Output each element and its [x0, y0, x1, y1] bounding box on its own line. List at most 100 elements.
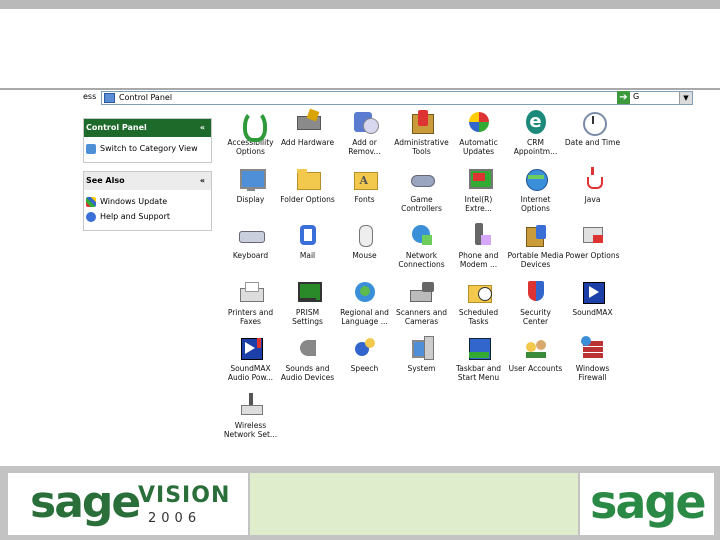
- item-label-line2: Cameras: [404, 316, 439, 326]
- control-panel-item-updates[interactable]: Automatic Updates: [450, 108, 507, 156]
- control-panel-item-taskbar[interactable]: Taskbar and Start Menu: [450, 334, 507, 382]
- control-panel-item-globe[interactable]: Regional and Language ...: [336, 278, 393, 326]
- control-panel-section: Control Panel « Switch to Category View: [83, 118, 212, 163]
- top-band: [0, 0, 720, 9]
- item-label-line1: Taskbar and: [455, 364, 502, 373]
- control-panel-item-soundmax[interactable]: SoundMAX: [564, 278, 621, 317]
- media-icon: [522, 221, 550, 249]
- item-label-line1: Power Options: [565, 251, 620, 260]
- control-panel-item-printer[interactable]: Printers and Faxes: [222, 278, 279, 326]
- control-panel-item-internet[interactable]: Internet Options: [507, 165, 564, 213]
- footer-banner: sage VISION 2006 sage: [0, 466, 720, 540]
- soundmax-icon: [579, 278, 607, 306]
- control-panel-item-hardware[interactable]: Add Hardware: [279, 108, 336, 147]
- control-panel-item-wireless[interactable]: Wireless Network Set...: [222, 391, 279, 439]
- item-label: Scheduled Tasks: [450, 308, 507, 326]
- item-label-line2: Updates: [462, 147, 495, 156]
- control-panel-item-keyboard[interactable]: Keyboard: [222, 221, 279, 260]
- item-label-line2: Modem ...: [459, 260, 498, 269]
- item-label: Date and Time: [564, 138, 621, 147]
- item-label: Phone and Modem ...: [450, 251, 507, 269]
- control-panel-item-intel[interactable]: Intel(R) Extre...: [450, 165, 507, 213]
- see-also-section: See Also « Windows Update Help and Suppo…: [83, 171, 212, 231]
- go-arrow-icon[interactable]: ➔: [617, 91, 630, 104]
- footer-green-band: [250, 473, 578, 535]
- item-label-line2: Connections: [398, 260, 445, 269]
- sage-logo: sage: [580, 473, 714, 535]
- control-panel-item-speech[interactable]: Speech: [336, 334, 393, 373]
- item-label: Java: [564, 195, 621, 204]
- item-label-line1: Wireless: [234, 420, 267, 430]
- control-panel-item-security[interactable]: Security Center: [507, 278, 564, 326]
- item-label-line1: Mail: [299, 251, 316, 260]
- item-label-line2: Settings: [292, 316, 323, 326]
- windows-update-link[interactable]: Windows Update: [84, 194, 211, 209]
- control-panel-item-crm[interactable]: e CRM Appointm...: [507, 108, 564, 156]
- control-panel-item-network[interactable]: Network Connections: [393, 221, 450, 269]
- item-label: Portable Media Devices: [507, 251, 564, 269]
- help-support-link[interactable]: Help and Support: [84, 209, 211, 224]
- switch-category-view-link[interactable]: Switch to Category View: [84, 141, 211, 156]
- control-panel-item-soundmax2[interactable]: SoundMAX Audio Pow...: [222, 334, 279, 382]
- item-label-line2: Appointm...: [513, 147, 558, 156]
- windows-update-icon: [86, 196, 96, 207]
- control-panel-item-prism[interactable]: PRISM Settings: [279, 278, 336, 326]
- item-label-line2: Audio Pow...: [227, 373, 274, 382]
- control-panel-item-admin[interactable]: Administrative Tools: [393, 108, 450, 156]
- item-label-line2: Language ...: [341, 316, 388, 326]
- accessibility-icon: [237, 108, 267, 142]
- address-dropdown-chevron-icon[interactable]: ▼: [679, 92, 692, 104]
- item-label-line1: Java: [584, 194, 601, 204]
- control-panel-folder-icon: [104, 93, 115, 103]
- control-panel-item-clock[interactable]: Date and Time: [564, 108, 621, 147]
- item-label-line2: Extre...: [465, 203, 492, 213]
- year-label: 2006: [148, 511, 202, 526]
- control-panel-item-power[interactable]: Power Options: [564, 221, 621, 260]
- control-panel-item-java[interactable]: Java: [564, 165, 621, 204]
- sage-wordmark: sage: [590, 475, 707, 529]
- address-input[interactable]: Control Panel ▼: [101, 91, 693, 105]
- control-panel-item-firewall[interactable]: Windows Firewall: [564, 334, 621, 382]
- task-link-label: Switch to Category View: [100, 144, 198, 153]
- item-label: Taskbar and Start Menu: [450, 364, 507, 382]
- item-label-line2: Remov...: [348, 147, 381, 156]
- control-panel-item-sched[interactable]: Scheduled Tasks: [450, 278, 507, 326]
- item-label: Intel(R) Extre...: [450, 195, 507, 213]
- item-label-line2: Options: [521, 203, 550, 213]
- mail-icon: [294, 221, 322, 249]
- control-panel-item-system[interactable]: System: [393, 334, 450, 373]
- address-label: ess: [83, 92, 97, 101]
- control-panel-item-fonts[interactable]: A Fonts: [336, 165, 393, 204]
- control-panel-item-addremove[interactable]: Add or Remov...: [336, 108, 393, 156]
- control-panel-item-scanner[interactable]: Scanners and Cameras: [393, 278, 450, 326]
- item-label-line1: Keyboard: [232, 251, 269, 260]
- item-label-line1: Windows: [575, 364, 610, 373]
- go-label[interactable]: G: [633, 92, 639, 101]
- control-panel-item-accessibility[interactable]: Accessibility Options: [222, 108, 279, 156]
- control-panel-item-sounds[interactable]: Sounds and Audio Devices: [279, 334, 336, 382]
- control-panel-section-header[interactable]: Control Panel «: [84, 119, 211, 137]
- intel-icon: [465, 165, 493, 193]
- item-label: Power Options: [564, 251, 621, 260]
- collapse-chevron-icon[interactable]: «: [200, 172, 205, 190]
- taskbar-icon: [465, 334, 493, 362]
- item-label: Mouse: [336, 251, 393, 260]
- item-label: Speech: [336, 364, 393, 373]
- control-panel-item-mouse[interactable]: Mouse: [336, 221, 393, 260]
- item-label-line2: Faxes: [240, 316, 261, 326]
- item-label-line1: Add Hardware: [280, 138, 335, 147]
- item-label-line2: Tools: [412, 147, 431, 156]
- collapse-chevron-icon[interactable]: «: [200, 119, 205, 137]
- control-panel-item-mail[interactable]: Mail: [279, 221, 336, 260]
- control-panel-item-game[interactable]: Game Controllers: [393, 165, 450, 213]
- control-panel-item-phone[interactable]: Phone and Modem ...: [450, 221, 507, 269]
- see-also-header[interactable]: See Also «: [84, 172, 211, 190]
- item-label-line1: Speech: [350, 364, 379, 373]
- item-label-line1: Game: [410, 194, 433, 204]
- control-panel-item-folder[interactable]: Folder Options: [279, 165, 336, 204]
- item-label-line1: Regional and: [340, 307, 389, 317]
- item-label: Printers and Faxes: [222, 308, 279, 326]
- control-panel-item-users[interactable]: User Accounts: [507, 334, 564, 373]
- control-panel-item-display[interactable]: Display: [222, 165, 279, 204]
- control-panel-item-media[interactable]: Portable Media Devices: [507, 221, 564, 269]
